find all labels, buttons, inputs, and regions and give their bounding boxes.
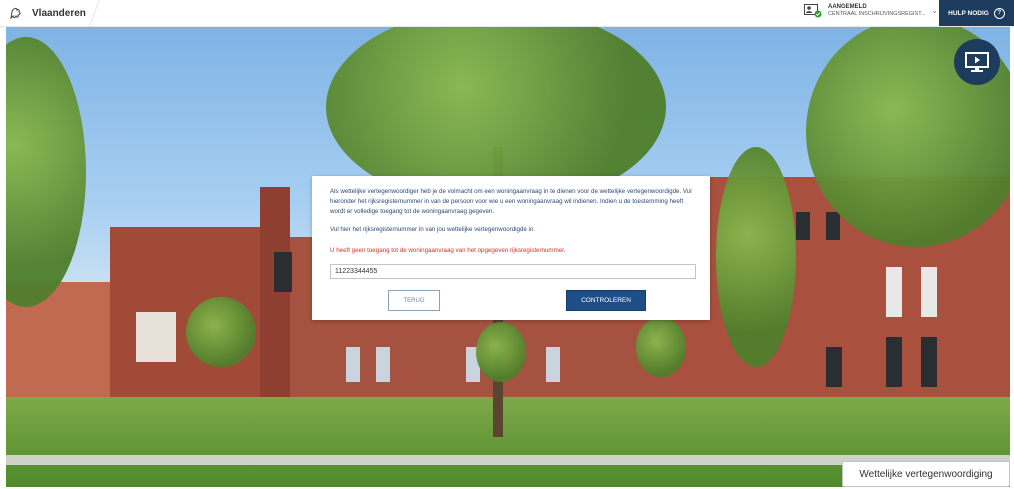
window bbox=[886, 337, 902, 387]
question-icon: ? bbox=[993, 7, 1005, 19]
screen-play-button[interactable] bbox=[954, 39, 1000, 85]
legal-representative-dialog: Als wettelijke vertegenwoordiger heb je … bbox=[312, 176, 710, 320]
tree-small bbox=[186, 297, 256, 367]
window bbox=[796, 212, 810, 240]
window bbox=[376, 347, 390, 382]
dialog-instruction: Vul hier het rijksregisternummer in van … bbox=[330, 226, 536, 233]
brand-name[interactable]: Vlaanderen bbox=[32, 8, 86, 19]
window bbox=[546, 347, 560, 382]
back-button[interactable]: TERUG bbox=[388, 290, 440, 311]
user-check-icon bbox=[804, 4, 822, 18]
tree-small bbox=[716, 147, 796, 367]
check-button[interactable]: CONTROLEREN bbox=[566, 290, 646, 311]
dialog-intro-text: Als wettelijke vertegenwoordiger heb je … bbox=[330, 188, 692, 215]
window bbox=[136, 312, 176, 362]
window bbox=[921, 337, 937, 387]
window bbox=[826, 212, 840, 240]
user-organisation: CENTRAAL INSCHRIJVINGSREGIST... bbox=[828, 11, 926, 17]
tree-small bbox=[476, 322, 526, 382]
window bbox=[921, 267, 937, 317]
tree-small bbox=[636, 317, 686, 377]
window bbox=[346, 347, 360, 382]
chevron-down-icon[interactable]: ⌄ bbox=[932, 7, 938, 15]
tower bbox=[260, 187, 290, 402]
help-button[interactable]: HULP NODIG ? bbox=[939, 0, 1014, 26]
legal-representation-badge[interactable]: Wettelijke vertegenwoordiging bbox=[842, 461, 1010, 487]
error-message: U heeft geen toegang tot de woningaanvra… bbox=[330, 247, 566, 254]
user-info: AANGEMELD CENTRAAL INSCHRIJVINGSREGIST..… bbox=[828, 4, 926, 18]
window bbox=[826, 347, 842, 387]
help-label: HULP NODIG bbox=[948, 9, 989, 17]
national-register-input[interactable]: 11223344455 bbox=[330, 264, 696, 279]
login-status: AANGEMELD bbox=[828, 4, 867, 10]
brand-divider bbox=[89, 0, 100, 26]
top-bar: Vlaanderen AANGEMELD CENTRAAL INSCHRIJVI… bbox=[0, 0, 1014, 27]
screen-play-icon bbox=[965, 52, 989, 72]
flemish-lion-logo-icon[interactable] bbox=[8, 5, 24, 21]
user-menu[interactable]: AANGEMELD CENTRAAL INSCHRIJVINGSREGIST..… bbox=[804, 4, 937, 18]
window bbox=[274, 252, 292, 292]
window bbox=[886, 267, 902, 317]
